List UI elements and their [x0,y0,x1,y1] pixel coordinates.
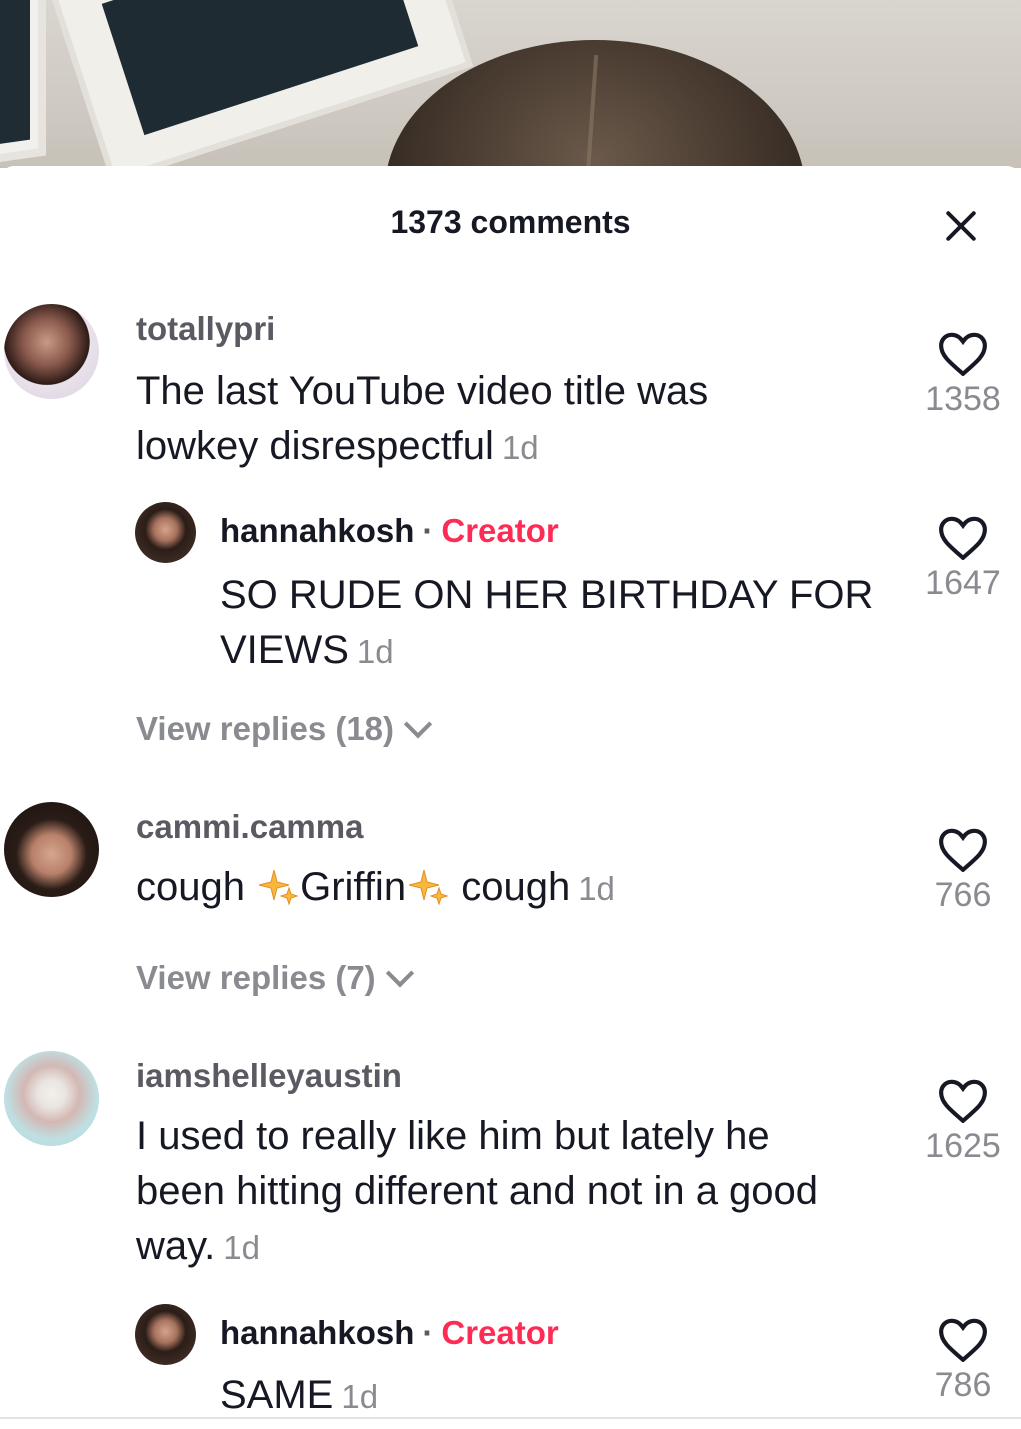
avatar[interactable] [4,1051,99,1146]
sparkles-emoji [408,869,449,906]
reply-text: SO RUDE ON HER BIRTHDAY FOR VIEWS 1d [220,573,874,672]
divider [0,1417,1021,1419]
like-count: 1625 [925,1127,1001,1165]
heart-outline-icon [939,332,987,376]
comment-time: 1d [223,1229,260,1266]
creator-badge: Creator [441,512,559,549]
reply-time: 1d [341,1378,379,1415]
heart-outline-icon [939,1079,987,1123]
avatar[interactable] [135,502,196,563]
avatar[interactable] [135,1304,196,1365]
heart-outline-icon [939,828,987,872]
wall-frame-left [0,0,46,165]
video-background [0,0,1021,168]
comment-username[interactable]: cammi.camma [136,808,363,846]
view-replies-button[interactable]: View replies (18) [136,710,433,748]
comments-count-title: 1373 comments [390,204,631,240]
chevron-down-icon [403,710,433,739]
comment-text: cough Griffin cough 1d [136,865,615,909]
reply-time: 1d [356,633,394,670]
like-button[interactable]: 766 [918,828,1008,915]
comment-text: I used to really like him but lately he … [136,1114,819,1268]
like-count: 1647 [925,564,1001,602]
sparkles-emoji [258,869,299,906]
like-count: 766 [934,876,992,914]
reply-username[interactable]: hannahkosh [220,1314,414,1351]
comment-time: 1d [501,429,539,466]
heart-outline-icon [939,1318,987,1362]
close-icon[interactable] [943,208,979,244]
reply-username-row: hannahkosh · Creator [220,1314,559,1351]
chevron-down-icon [385,959,414,988]
reply-text: SAME 1d [220,1373,379,1417]
comment-text: The last YouTube video title was lowkey … [136,369,709,468]
like-button[interactable]: 1625 [918,1079,1008,1166]
like-button[interactable]: 1358 [918,332,1008,419]
reply-username-row: hannahkosh · Creator [220,512,559,549]
comment-username[interactable]: iamshelleyaustin [136,1057,402,1095]
comments-header: 1373 comments [0,166,1021,286]
like-count: 1358 [925,380,1001,418]
avatar[interactable] [4,304,99,399]
like-button[interactable]: 1647 [918,516,1008,603]
like-count: 786 [934,1366,992,1404]
heart-outline-icon [939,516,987,560]
avatar[interactable] [4,802,99,897]
view-replies-button[interactable]: View replies (7) [136,959,414,997]
like-button[interactable]: 786 [918,1318,1008,1405]
comment-username[interactable]: totallypri [136,310,275,348]
comment-time: 1d [578,870,615,907]
creator-badge: Creator [441,1314,559,1351]
reply-username[interactable]: hannahkosh [220,512,414,549]
comments-sheet: 1373 comments totallypri The last YouTub… [0,166,1021,1429]
